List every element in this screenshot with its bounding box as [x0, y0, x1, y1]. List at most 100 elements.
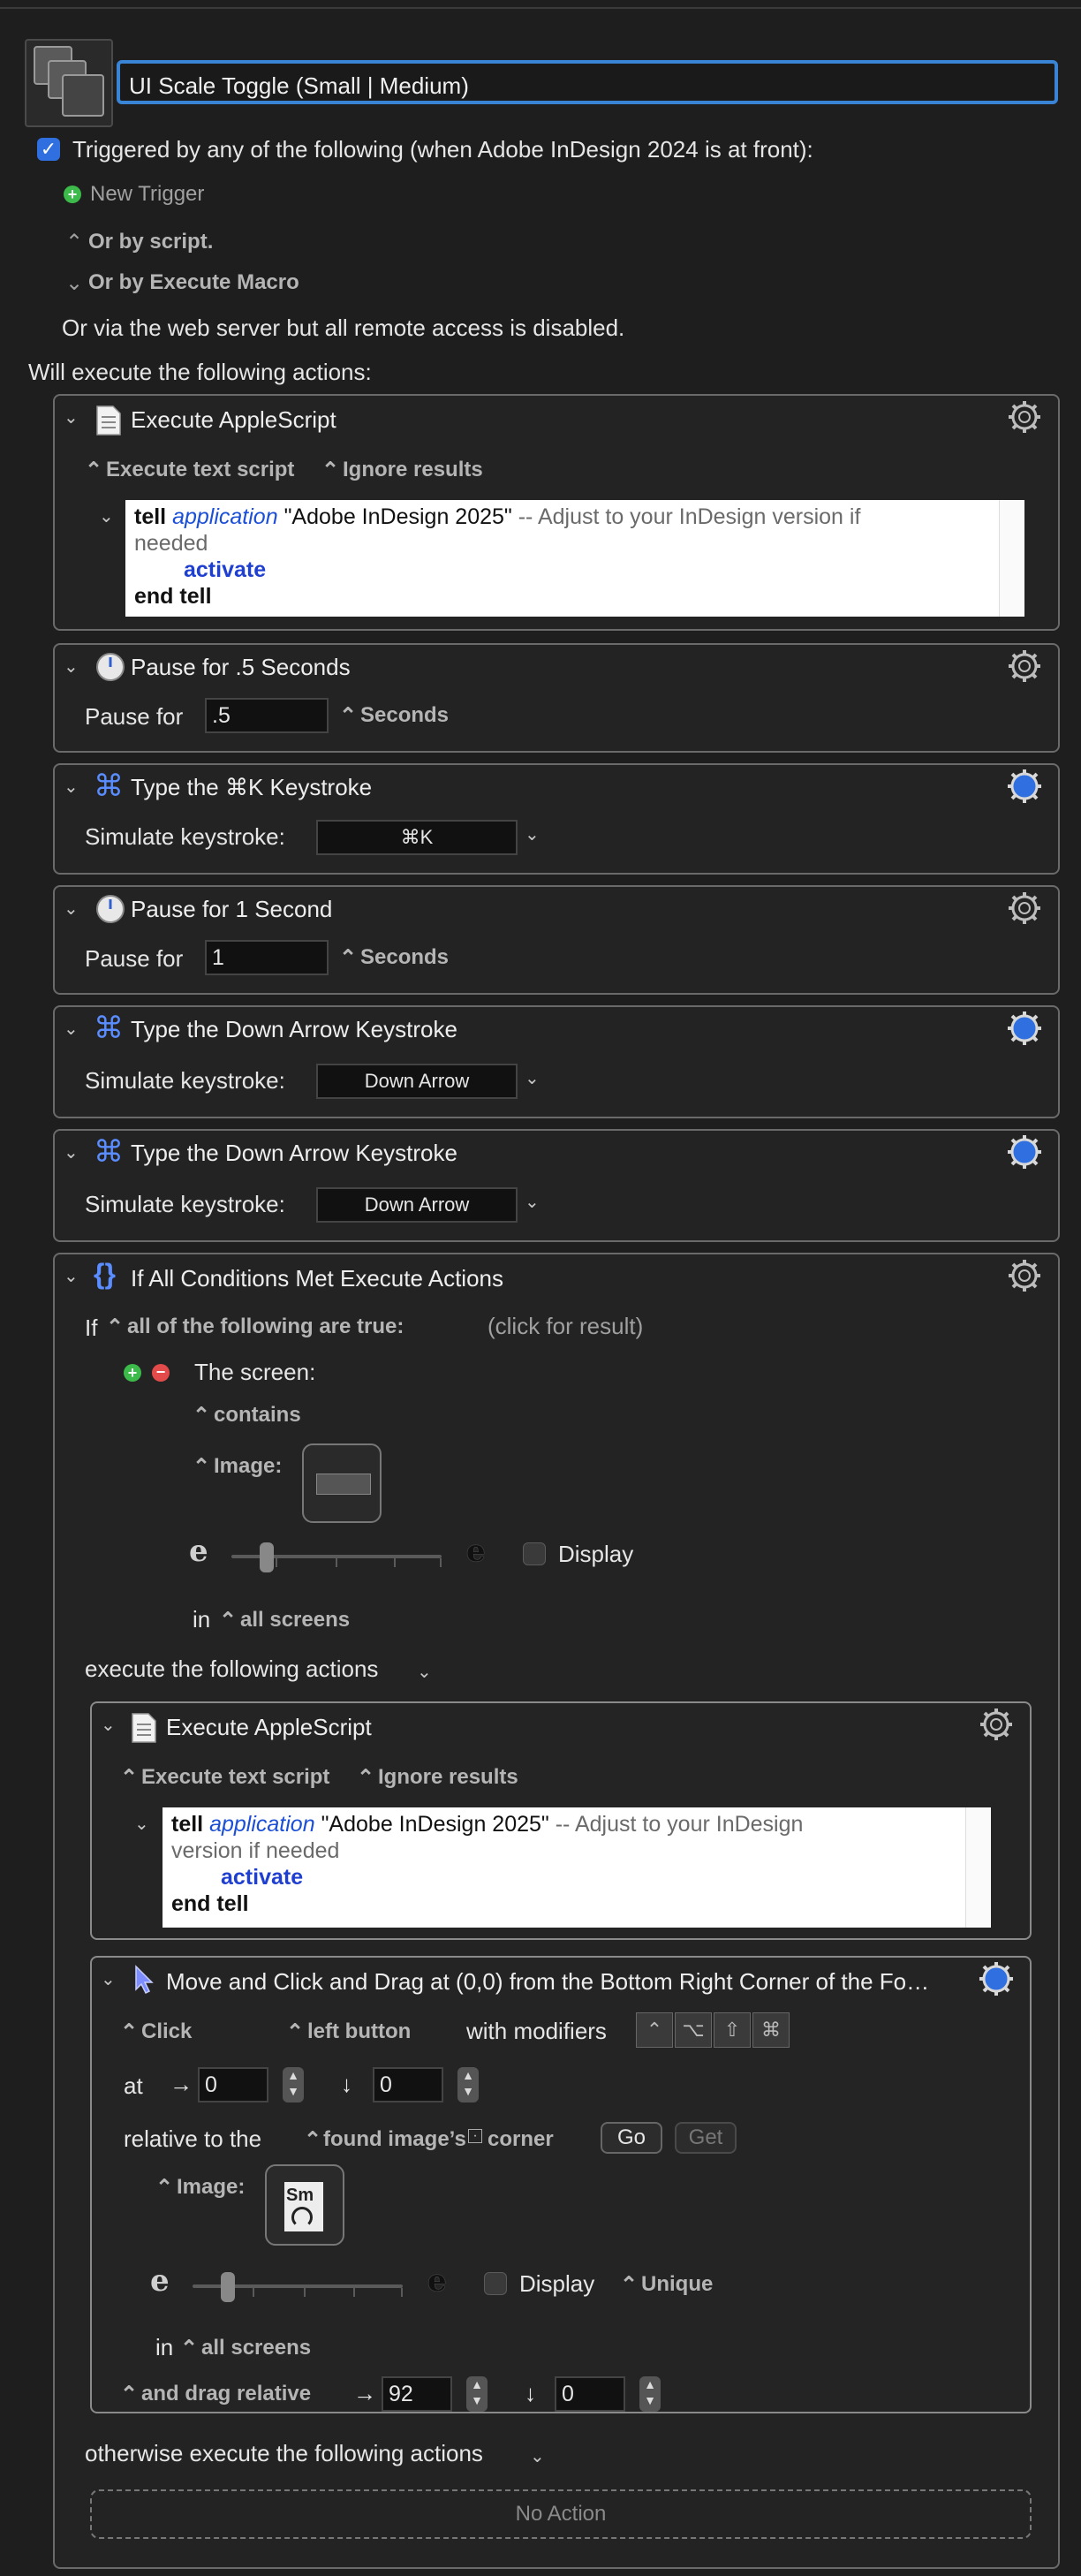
gear-icon[interactable]: [1007, 769, 1042, 804]
macro-icon[interactable]: [25, 39, 113, 127]
relative-to-popup[interactable]: found image’s: [323, 2127, 466, 2152]
option-modifier-button[interactable]: ⌥: [675, 2012, 712, 2048]
chevron-down-icon[interactable]: ⌄: [64, 1265, 79, 1287]
chevron-down-icon[interactable]: ⌄: [64, 1141, 79, 1163]
chevron-down-icon[interactable]: ⌄: [64, 898, 79, 920]
gear-icon[interactable]: [1007, 648, 1042, 684]
updown-chevron-icon[interactable]: ⌃: [120, 2382, 138, 2407]
action-title[interactable]: Execute AppleScript: [131, 406, 336, 434]
script-scrollbar[interactable]: [999, 500, 1024, 617]
get-button[interactable]: Get: [675, 2122, 737, 2154]
updown-chevron-icon[interactable]: ⌃: [155, 2175, 173, 2201]
chevron-down-icon[interactable]: ⌄: [64, 406, 79, 428]
action-type-cmd-k[interactable]: ⌄ ⌘ Type the ⌘K Keystroke Simulate keyst…: [53, 763, 1060, 875]
macro-title-input[interactable]: UI Scale Toggle (Small | Medium): [117, 60, 1058, 104]
script-scrollbar[interactable]: [965, 1807, 991, 1928]
action-execute-applescript[interactable]: ⌄ Execute AppleScript ⌃ Execute text scr…: [53, 394, 1060, 631]
command-modifier-button[interactable]: ⌘: [752, 2012, 790, 2048]
fuzz-slider-knob[interactable]: [221, 2272, 235, 2302]
action-title[interactable]: Pause for .5 Seconds: [131, 654, 351, 681]
image-popup[interactable]: Image:: [214, 1454, 282, 1479]
updown-chevron-icon[interactable]: ⌃: [339, 945, 357, 971]
drag-dx-field[interactable]: 92: [382, 2376, 452, 2412]
keystroke-field[interactable]: ⌘K: [316, 820, 518, 855]
corner-selector-icon[interactable]: ·: [468, 2129, 482, 2143]
chevron-down-icon[interactable]: ⌄: [64, 776, 79, 798]
chevron-down-icon[interactable]: ⌄: [417, 1661, 432, 1683]
execute-text-script-popup[interactable]: Execute text script: [106, 458, 294, 482]
chevron-down-icon[interactable]: ⌄: [99, 505, 114, 527]
image-popup[interactable]: Image:: [177, 2175, 245, 2200]
gear-icon[interactable]: [1007, 1258, 1042, 1293]
action-if-all-conditions[interactable]: ⌄ {} If All Conditions Met Execute Actio…: [53, 1253, 1060, 2569]
screens-popup[interactable]: all screens: [240, 1608, 350, 1633]
keystroke-field[interactable]: Down Arrow: [316, 1064, 518, 1099]
action-title[interactable]: Execute AppleScript: [166, 1714, 372, 1741]
execute-text-script-popup[interactable]: Execute text script: [141, 1765, 329, 1790]
applescript-editor[interactable]: tell application "Adobe InDesign 2025" -…: [125, 500, 1024, 617]
gear-icon[interactable]: [979, 1707, 1014, 1742]
x-offset-stepper[interactable]: ▲ ▼: [283, 2067, 304, 2102]
chevron-down-icon[interactable]: ⌄: [64, 655, 79, 678]
updown-chevron-icon[interactable]: ⌃: [219, 1608, 237, 1633]
inner-action-move-and-click[interactable]: ⌄ Move and Click and Drag at (0,0) from …: [90, 1956, 1032, 2413]
drag-dy-stepper[interactable]: ▲ ▼: [639, 2376, 661, 2412]
updown-chevron-icon[interactable]: ⌃: [65, 230, 83, 255]
chevron-down-icon[interactable]: ⌄: [65, 270, 83, 296]
control-modifier-button[interactable]: ⌃: [636, 2012, 673, 2048]
or-by-execute-macro-toggle[interactable]: Or by Execute Macro: [88, 270, 299, 295]
updown-chevron-icon[interactable]: ⌃: [120, 2019, 138, 2045]
drag-dy-field[interactable]: 0: [555, 2376, 625, 2412]
action-title[interactable]: Type the Down Arrow Keystroke: [131, 1140, 457, 1167]
action-type-down-arrow-1[interactable]: ⌄ ⌘ Type the Down Arrow Keystroke Simula…: [53, 1005, 1060, 1118]
y-offset-field[interactable]: 0: [373, 2067, 443, 2102]
mouse-button-popup[interactable]: left button: [307, 2019, 411, 2044]
updown-chevron-icon[interactable]: ⌃: [286, 2019, 304, 2045]
action-title[interactable]: Type the Down Arrow Keystroke: [131, 1016, 457, 1043]
display-checkbox[interactable]: [484, 2272, 507, 2295]
gear-icon[interactable]: [979, 1961, 1014, 1996]
contains-popup[interactable]: contains: [214, 1403, 301, 1428]
action-title[interactable]: If All Conditions Met Execute Actions: [131, 1265, 503, 1292]
screens-popup[interactable]: all screens: [201, 2336, 311, 2360]
remove-condition-icon[interactable]: −: [152, 1364, 170, 1382]
chevron-down-icon[interactable]: ⌄: [64, 1018, 79, 1040]
pause-duration-field[interactable]: 1: [205, 940, 329, 975]
chevron-down-icon[interactable]: ⌄: [101, 1714, 116, 1736]
pause-unit-popup[interactable]: Seconds: [360, 703, 449, 728]
go-button[interactable]: Go: [601, 2122, 662, 2154]
updown-chevron-icon[interactable]: ⌃: [193, 1454, 210, 1480]
updown-chevron-icon[interactable]: ⌃: [339, 703, 357, 729]
action-title[interactable]: Type the ⌘K Keystroke: [131, 774, 372, 801]
new-trigger-link[interactable]: New Trigger: [90, 182, 204, 207]
gear-icon[interactable]: [1007, 1011, 1042, 1046]
drag-relative-popup[interactable]: and drag relative: [141, 2382, 311, 2406]
condition-mode-popup[interactable]: all of the following are true:: [127, 1315, 404, 1339]
chevron-down-icon[interactable]: ⌄: [525, 1191, 540, 1213]
click-for-result-link[interactable]: (click for result): [488, 1313, 643, 1340]
gear-icon[interactable]: [1007, 399, 1042, 435]
applescript-editor[interactable]: tell application "Adobe InDesign 2025" -…: [163, 1807, 991, 1928]
drag-dx-stepper[interactable]: ▲ ▼: [466, 2376, 488, 2412]
inner-action-execute-applescript[interactable]: ⌄ Execute AppleScript ⌃ Execute text scr…: [90, 1701, 1032, 1940]
click-image-well[interactable]: Sm: [265, 2164, 344, 2246]
updown-chevron-icon[interactable]: ⌃: [85, 458, 102, 483]
keystroke-field[interactable]: Down Arrow: [316, 1187, 518, 1223]
no-action-placeholder[interactable]: No Action: [90, 2489, 1032, 2539]
chevron-down-icon[interactable]: ⌄: [101, 1968, 116, 1990]
ignore-results-popup[interactable]: Ignore results: [378, 1765, 518, 1790]
updown-chevron-icon[interactable]: ⌃: [193, 1403, 210, 1428]
click-type-popup[interactable]: Click: [141, 2019, 192, 2044]
unique-popup[interactable]: Unique: [641, 2272, 713, 2297]
gear-icon[interactable]: [1007, 890, 1042, 926]
updown-chevron-icon[interactable]: ⌃: [106, 1315, 124, 1340]
chevron-down-icon[interactable]: ⌄: [525, 1067, 540, 1089]
x-offset-field[interactable]: 0: [198, 2067, 268, 2102]
or-by-script-toggle[interactable]: Or by script.: [88, 230, 213, 254]
pause-duration-field[interactable]: .5: [205, 698, 329, 733]
action-type-down-arrow-2[interactable]: ⌄ ⌘ Type the Down Arrow Keystroke Simula…: [53, 1129, 1060, 1242]
updown-chevron-icon[interactable]: ⌃: [620, 2272, 638, 2298]
updown-chevron-icon[interactable]: ⌃: [357, 1765, 374, 1791]
pause-unit-popup[interactable]: Seconds: [360, 945, 449, 970]
condition-image-well[interactable]: [302, 1443, 382, 1523]
